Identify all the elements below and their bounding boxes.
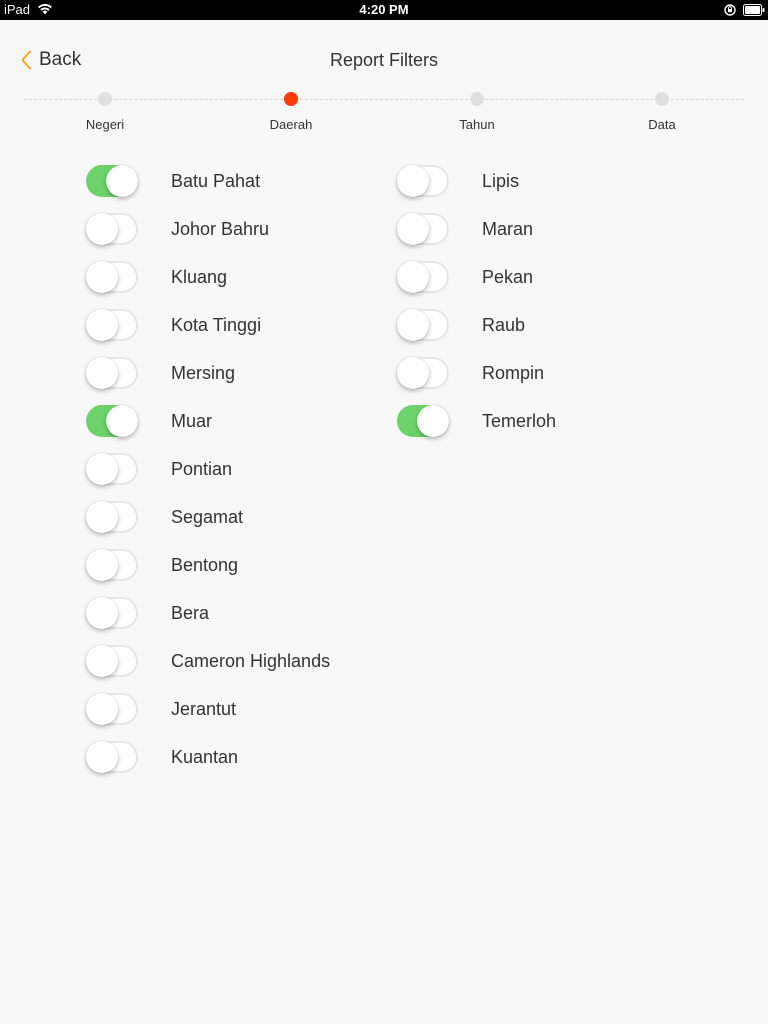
battery-icon	[743, 4, 765, 16]
toggle-switch-temerloh[interactable]	[397, 405, 449, 437]
district-row-pekan[interactable]: Pekan	[397, 259, 533, 295]
district-row-rompin[interactable]: Rompin	[397, 355, 544, 391]
district-label: Batu Pahat	[171, 170, 261, 191]
toggle-switch-bera[interactable]	[86, 597, 138, 629]
toggle-switch-kota-tinggi[interactable]	[86, 309, 138, 341]
toggle-knob	[86, 741, 118, 773]
step-negeri[interactable]: Negeri	[45, 92, 165, 132]
toggle-switch-mersing[interactable]	[86, 357, 138, 389]
status-time: 4:20 PM	[359, 2, 409, 17]
district-row-segamat[interactable]: Segamat	[86, 499, 243, 535]
toggle-knob	[86, 549, 118, 581]
step-label: Data	[648, 117, 676, 132]
district-label: Kluang	[171, 266, 228, 287]
step-tahun[interactable]: Tahun	[417, 92, 537, 132]
toggle-switch-batu-pahat[interactable]	[86, 165, 138, 197]
district-label: Pontian	[171, 458, 233, 479]
district-label: Bentong	[171, 554, 239, 575]
toggle-switch-cameron-highlands[interactable]	[86, 645, 138, 677]
toggle-knob	[106, 165, 138, 197]
district-row-temerloh[interactable]: Temerloh	[397, 403, 556, 439]
toggle-knob	[86, 357, 118, 389]
toggle-switch-muar[interactable]	[86, 405, 138, 437]
step-data[interactable]: Data	[602, 92, 722, 132]
district-row-kuantan[interactable]: Kuantan	[86, 739, 238, 775]
toggle-switch-kuantan[interactable]	[86, 741, 138, 773]
toggle-knob	[86, 213, 118, 245]
toggle-switch-maran[interactable]	[397, 213, 449, 245]
toggle-knob	[417, 405, 449, 437]
toggle-switch-pekan[interactable]	[397, 261, 449, 293]
district-label: Cameron Highlands	[171, 650, 331, 671]
step-dot	[655, 92, 669, 106]
toggle-knob	[86, 693, 118, 725]
step-dot	[470, 92, 484, 106]
toggle-knob	[397, 165, 429, 197]
district-row-mersing[interactable]: Mersing	[86, 355, 235, 391]
district-label: Mersing	[171, 362, 236, 383]
district-row-batu-pahat[interactable]: Batu Pahat	[86, 163, 260, 199]
district-row-raub[interactable]: Raub	[397, 307, 525, 343]
status-bar: iPad 4:20 PM	[0, 0, 768, 20]
toggle-switch-rompin[interactable]	[397, 357, 449, 389]
step-daerah[interactable]: Daerah	[231, 92, 351, 132]
district-label: Raub	[482, 314, 526, 335]
district-row-cameron-highlands[interactable]: Cameron Highlands	[86, 643, 330, 679]
toggle-switch-johor-bahru[interactable]	[86, 213, 138, 245]
district-label: Pekan	[482, 266, 534, 287]
toggle-knob	[86, 645, 118, 677]
district-row-jerantut[interactable]: Jerantut	[86, 691, 236, 727]
toggle-knob	[86, 501, 118, 533]
district-row-bera[interactable]: Bera	[86, 595, 209, 631]
district-label: Temerloh	[482, 410, 557, 431]
district-label: Bera	[171, 602, 210, 623]
district-row-kota-tinggi[interactable]: Kota Tinggi	[86, 307, 261, 343]
toggle-knob	[106, 405, 138, 437]
toggle-knob	[86, 309, 118, 341]
step-dot	[98, 92, 112, 106]
toggle-knob	[86, 597, 118, 629]
district-row-muar[interactable]: Muar	[86, 403, 212, 439]
step-label: Negeri	[85, 117, 125, 132]
toggle-switch-lipis[interactable]	[397, 165, 449, 197]
district-label: Maran	[482, 218, 534, 239]
toggle-switch-raub[interactable]	[397, 309, 449, 341]
rotation-lock-icon	[724, 4, 736, 16]
toggle-knob	[397, 213, 429, 245]
toggle-knob	[397, 309, 429, 341]
toggle-switch-jerantut[interactable]	[86, 693, 138, 725]
toggle-knob	[86, 453, 118, 485]
district-label: Muar	[171, 410, 213, 431]
district-label: Johor Bahru	[171, 218, 270, 239]
district-label: Segamat	[171, 506, 244, 527]
district-label: Jerantut	[171, 698, 237, 719]
step-label: Tahun	[459, 117, 495, 132]
step-dot-active	[284, 92, 298, 106]
district-row-pontian[interactable]: Pontian	[86, 451, 232, 487]
district-label: Kota Tinggi	[171, 314, 262, 335]
toggle-switch-kluang[interactable]	[86, 261, 138, 293]
district-label: Lipis	[482, 170, 520, 191]
district-row-bentong[interactable]: Bentong	[86, 547, 238, 583]
district-row-johor-bahru[interactable]: Johor Bahru	[86, 211, 269, 247]
toggle-switch-bentong[interactable]	[86, 549, 138, 581]
toggle-knob	[397, 261, 429, 293]
district-label: Kuantan	[171, 746, 239, 767]
toggle-switch-pontian[interactable]	[86, 453, 138, 485]
district-row-maran[interactable]: Maran	[397, 211, 533, 247]
toggle-switch-segamat[interactable]	[86, 501, 138, 533]
district-label: Rompin	[482, 362, 545, 383]
district-row-lipis[interactable]: Lipis	[397, 163, 519, 199]
toggle-knob	[86, 261, 118, 293]
step-label: Daerah	[269, 117, 313, 132]
page-title: Report Filters	[329, 50, 439, 70]
district-row-kluang[interactable]: Kluang	[86, 259, 227, 295]
toggle-knob	[397, 357, 429, 389]
